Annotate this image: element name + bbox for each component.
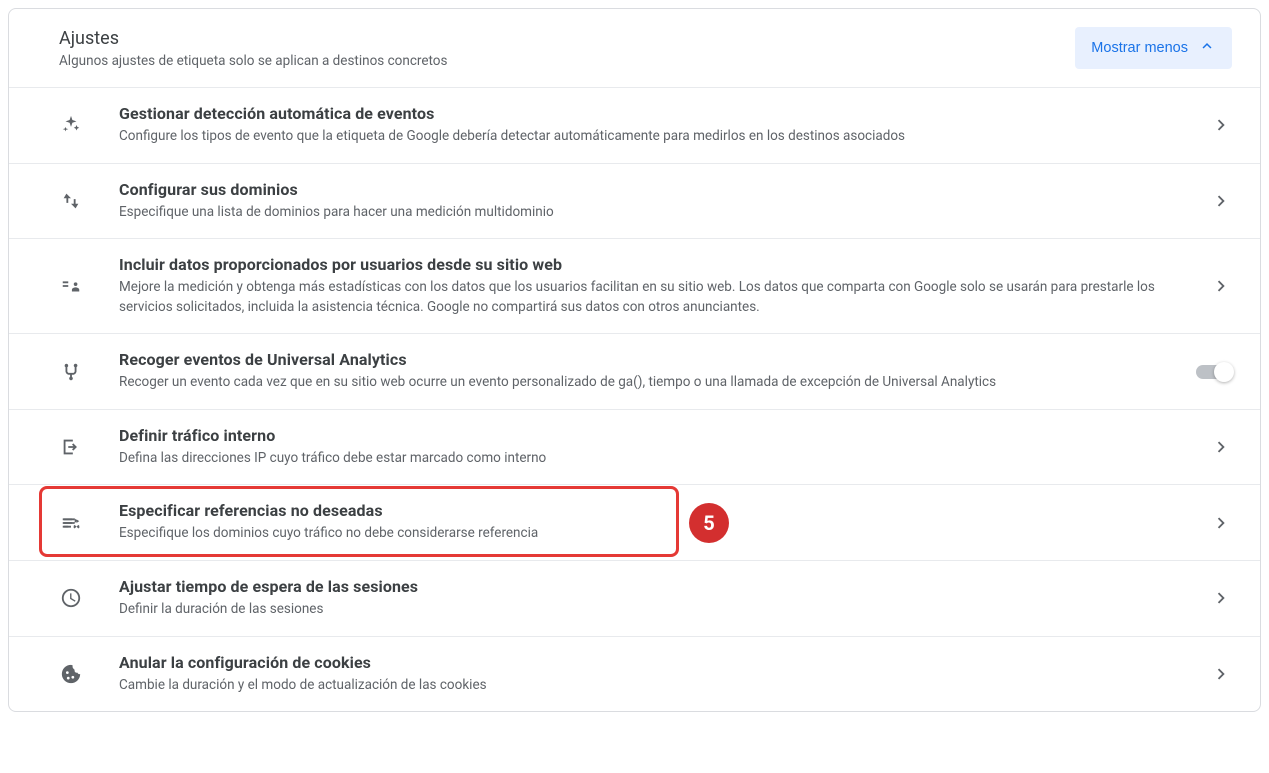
row-text: Anular la configuración de cookies Cambie…	[119, 653, 1210, 696]
settings-subtitle: Algunos ajustes de etiqueta solo se apli…	[59, 53, 447, 69]
header-text: Ajustes Algunos ajustes de etiqueta solo…	[59, 28, 447, 69]
row-text: Recoger eventos de Universal Analytics Re…	[119, 350, 1196, 393]
row-description: Mejore la medición y obtenga más estadís…	[119, 278, 1190, 317]
row-description: Configure los tipos de evento que la eti…	[119, 127, 1190, 147]
row-description: Cambie la duración y el modo de actualiz…	[119, 676, 1190, 696]
row-text: Especificar referencias no deseadas Espec…	[119, 501, 1210, 544]
toggle-track[interactable]	[1196, 365, 1232, 379]
row-description: Especifique una lista de dominios para h…	[119, 203, 1190, 223]
cookie-icon	[59, 662, 83, 686]
settings-header: Ajustes Algunos ajustes de etiqueta solo…	[9, 9, 1260, 88]
chevron-right-icon	[1210, 587, 1232, 609]
chevron-up-icon	[1198, 37, 1216, 59]
chevron-right-icon	[1210, 275, 1232, 297]
settings-row-4[interactable]: Definir tráfico interno Defina las direcc…	[9, 410, 1260, 486]
chevron-right-icon	[1210, 436, 1232, 458]
row-title: Definir tráfico interno	[119, 426, 1190, 445]
settings-card: Ajustes Algunos ajustes de etiqueta solo…	[8, 8, 1261, 712]
row-description: Recoger un evento cada vez que en su sit…	[119, 373, 1176, 393]
settings-title: Ajustes	[59, 28, 447, 49]
settings-row-2[interactable]: Incluir datos proporcionados por usuario…	[9, 239, 1260, 334]
filter-list-icon	[59, 511, 83, 535]
row-description: Defina las direcciones IP cuyo tráfico d…	[119, 449, 1190, 469]
settings-row-3[interactable]: Recoger eventos de Universal Analytics Re…	[9, 334, 1260, 410]
row-text: Definir tráfico interno Defina las direcc…	[119, 426, 1210, 469]
settings-rows: Gestionar detección automática de evento…	[9, 88, 1260, 711]
settings-row-1[interactable]: Configurar sus dominios Especifique una l…	[9, 164, 1260, 240]
show-less-label: Mostrar menos	[1091, 40, 1188, 56]
user-tag-icon	[59, 274, 83, 298]
toggle-switch[interactable]	[1196, 365, 1232, 379]
row-text: Incluir datos proporcionados por usuario…	[119, 255, 1210, 317]
row-title: Anular la configuración de cookies	[119, 653, 1190, 672]
row-title: Ajustar tiempo de espera de las sesiones	[119, 577, 1190, 596]
row-text: Ajustar tiempo de espera de las sesiones…	[119, 577, 1210, 620]
clock-icon	[59, 586, 83, 610]
row-title: Incluir datos proporcionados por usuario…	[119, 255, 1190, 274]
row-title: Recoger eventos de Universal Analytics	[119, 350, 1176, 369]
exit-icon	[59, 435, 83, 459]
row-title: Especificar referencias no deseadas	[119, 501, 1190, 520]
settings-row-6[interactable]: Ajustar tiempo de espera de las sesiones…	[9, 561, 1260, 637]
row-title: Configurar sus dominios	[119, 180, 1190, 199]
chevron-right-icon	[1210, 114, 1232, 136]
chevron-right-icon	[1210, 190, 1232, 212]
chevron-right-icon	[1210, 512, 1232, 534]
arrows-swap-icon	[59, 189, 83, 213]
row-title: Gestionar detección automática de evento…	[119, 104, 1190, 123]
show-less-button[interactable]: Mostrar menos	[1075, 27, 1232, 69]
row-description: Definir la duración de las sesiones	[119, 600, 1190, 620]
row-description: Especifique los dominios cuyo tráfico no…	[119, 524, 1190, 544]
fork-icon	[59, 360, 83, 384]
row-text: Gestionar detección automática de evento…	[119, 104, 1210, 147]
sparkle-icon	[59, 113, 83, 137]
settings-row-7[interactable]: Anular la configuración de cookies Cambie…	[9, 637, 1260, 712]
row-text: Configurar sus dominios Especifique una l…	[119, 180, 1210, 223]
settings-row-0[interactable]: Gestionar detección automática de evento…	[9, 88, 1260, 164]
chevron-right-icon	[1210, 663, 1232, 685]
settings-row-5[interactable]: Especificar referencias no deseadas Espec…	[9, 485, 1260, 561]
